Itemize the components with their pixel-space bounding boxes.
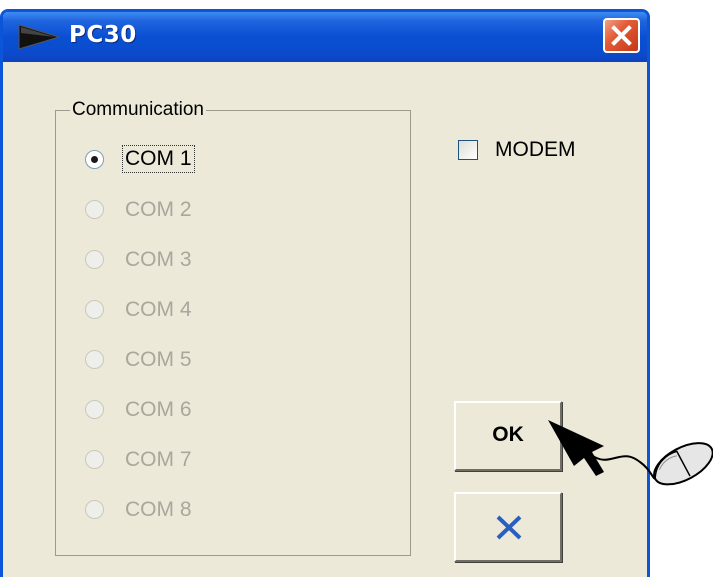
com-radio-4: COM 4 xyxy=(85,297,285,327)
close-button[interactable] xyxy=(603,18,640,53)
radio-selected-dot xyxy=(91,156,98,163)
com-radio-label: COM 4 xyxy=(125,298,192,321)
radio-circle xyxy=(85,350,104,369)
communication-legend: Communication xyxy=(70,99,206,121)
com-radio-label: COM 2 xyxy=(125,198,192,221)
arrow-triangle-icon xyxy=(17,23,61,55)
black-arrow-pointer-icon xyxy=(548,420,659,480)
com-radio-label: COM 6 xyxy=(125,398,192,421)
com-radio-3: COM 3 xyxy=(85,247,285,277)
window-title: PC30 xyxy=(69,22,137,48)
com-radio-label: COM 1 xyxy=(122,145,195,173)
modem-checkbox[interactable]: MODEM xyxy=(458,137,618,167)
radio-circle xyxy=(85,450,104,469)
com-radio-6: COM 6 xyxy=(85,397,285,427)
com-radio-label: COM 3 xyxy=(125,248,192,271)
cursor-annotation xyxy=(540,410,713,524)
radio-circle xyxy=(85,400,104,419)
modem-checkbox-box[interactable] xyxy=(458,140,478,160)
com-radio-5: COM 5 xyxy=(85,347,285,377)
computer-mouse-icon xyxy=(653,442,713,486)
com-radio-label: COM 7 xyxy=(125,448,192,471)
radio-circle[interactable] xyxy=(85,150,104,169)
title-bar[interactable]: PC30 xyxy=(3,12,647,62)
com-radio-8: COM 8 xyxy=(85,497,285,527)
modem-label: MODEM xyxy=(495,138,576,161)
radio-circle xyxy=(85,500,104,519)
com-radio-1[interactable]: COM 1 xyxy=(85,145,285,177)
com-radio-label: COM 8 xyxy=(125,498,192,521)
com-radio-2: COM 2 xyxy=(85,197,285,227)
radio-circle xyxy=(85,250,104,269)
com-radio-7: COM 7 xyxy=(85,447,285,477)
com-radio-label: COM 5 xyxy=(125,348,192,371)
radio-circle xyxy=(85,300,104,319)
radio-circle xyxy=(85,200,104,219)
